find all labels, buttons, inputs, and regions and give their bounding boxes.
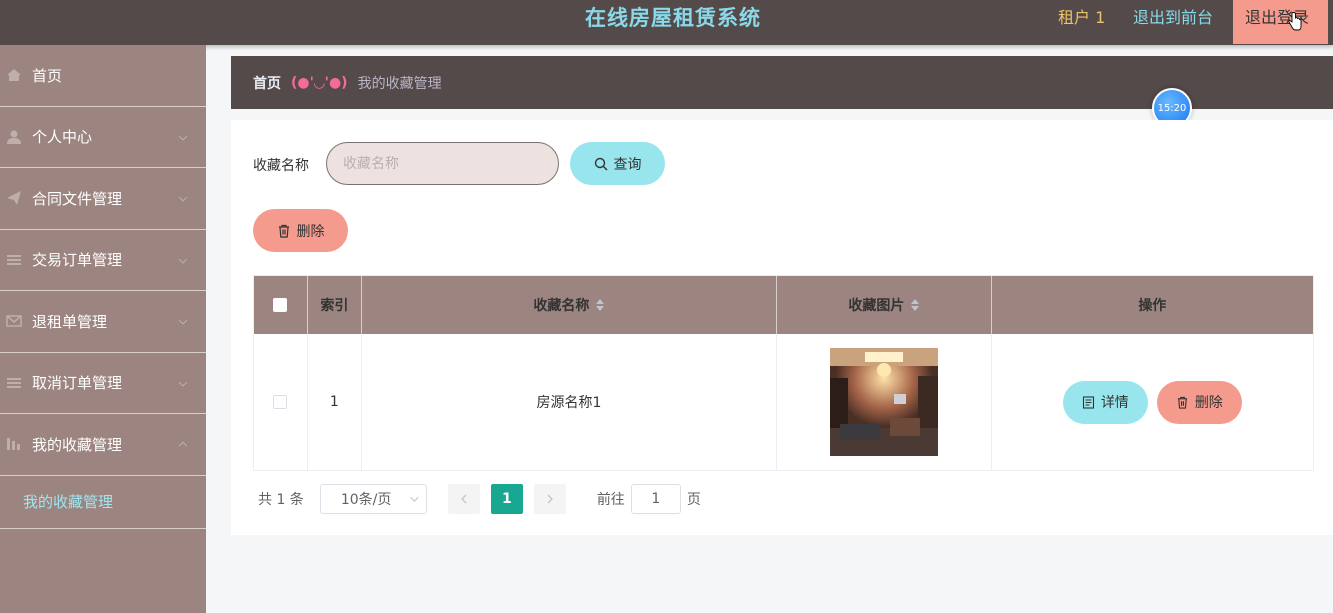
sidebar: 首页 个人中心 合同文件管理 交易订单管理 退租单管理 取消订单管理 我的收藏管… <box>0 45 206 613</box>
chevron-down-icon <box>409 493 419 502</box>
select-all-checkbox[interactable] <box>273 298 288 312</box>
detail-button-label: 详情 <box>1100 395 1129 411</box>
chevron-down-icon <box>178 254 188 264</box>
exit-to-front-link[interactable]: 退出到前台 <box>1133 4 1213 28</box>
column-header-image[interactable]: 收藏图片 <box>777 276 992 334</box>
mail-icon <box>6 315 22 327</box>
next-page-button[interactable] <box>533 484 566 514</box>
column-header-name-label: 收藏名称 <box>533 298 590 314</box>
chevron-down-icon <box>178 316 188 325</box>
chevron-down-icon <box>178 131 188 141</box>
sidebar-item-label: 退租单管理 <box>32 312 108 331</box>
sidebar-item-label: 合同文件管理 <box>32 189 123 208</box>
table-header: 索引 收藏名称 收藏图片 操作 <box>254 276 1313 334</box>
document-icon <box>1082 395 1094 409</box>
goto-suffix: 页 <box>686 492 701 508</box>
chart-icon <box>7 438 20 451</box>
trash-icon <box>278 224 289 238</box>
chevron-right-icon <box>547 494 553 504</box>
page-size-value: 10条/页 <box>340 492 392 508</box>
hand-cursor-icon <box>1288 12 1302 31</box>
send-icon <box>7 191 21 206</box>
page-size-select[interactable]: 10条/页 <box>319 484 427 514</box>
row-checkbox[interactable] <box>273 395 288 409</box>
list-icon <box>7 377 21 388</box>
sidebar-item-favorites[interactable]: 我的收藏管理 <box>0 414 206 476</box>
breadcrumb-home[interactable]: 首页 <box>253 73 281 93</box>
column-header-index: 索引 <box>308 276 362 334</box>
main-content: 收藏名称 查询 删除 索引 收藏名称 收藏图片 操作 1 房源名称1 <box>231 120 1333 535</box>
goto-page-input[interactable] <box>630 484 681 514</box>
table-row: 1 房源名称1 详情 删除 <box>254 334 1313 470</box>
delete-button-label: 删除 <box>296 223 325 240</box>
goto-label: 前往 <box>596 492 625 508</box>
sidebar-item-contracts[interactable]: 合同文件管理 <box>0 168 206 230</box>
list-icon <box>7 254 21 265</box>
breadcrumb-current: 我的收藏管理 <box>357 75 442 92</box>
pagination: 共 1 条 10条/页 1 前往 页 <box>258 484 701 514</box>
column-header-name[interactable]: 收藏名称 <box>362 276 778 334</box>
logout-button[interactable]: 退出登录 <box>1233 0 1328 44</box>
row-index: 1 <box>308 334 362 470</box>
column-header-operation: 操作 <box>1138 298 1167 314</box>
favorite-thumbnail-image[interactable] <box>829 348 938 456</box>
page-number-current[interactable]: 1 <box>490 484 523 514</box>
favorites-table: 索引 收藏名称 收藏图片 操作 1 房源名称1 详情 删除 <box>253 275 1314 471</box>
query-button[interactable]: 查询 <box>570 142 665 185</box>
search-input[interactable] <box>326 142 559 185</box>
sidebar-item-label: 首页 <box>32 66 63 85</box>
pagination-total: 共 1 条 <box>258 492 304 508</box>
app-title: 在线房屋租赁系统 <box>585 6 761 30</box>
user-icon <box>7 130 21 144</box>
sidebar-item-label: 我的收藏管理 <box>32 435 123 454</box>
sidebar-subitem-favorites[interactable]: 我的收藏管理 <box>0 476 206 529</box>
row-detail-button[interactable]: 详情 <box>1062 380 1148 424</box>
chevron-up-icon <box>178 441 188 451</box>
chevron-down-icon <box>178 193 188 202</box>
sidebar-item-label: 个人中心 <box>32 128 93 147</box>
chevron-left-icon <box>460 494 467 504</box>
sidebar-item-label: 取消订单管理 <box>32 374 123 393</box>
row-delete-button-label: 删除 <box>1194 395 1223 411</box>
home-icon <box>7 69 21 82</box>
current-user: 租户 1 <box>1058 8 1106 27</box>
sidebar-item-profile[interactable]: 个人中心 <box>0 107 206 168</box>
row-delete-button[interactable]: 删除 <box>1156 380 1242 424</box>
batch-delete-button[interactable]: 删除 <box>253 209 348 252</box>
sidebar-item-lease-return[interactable]: 退租单管理 <box>0 291 206 353</box>
sidebar-item-trade-orders[interactable]: 交易订单管理 <box>0 230 206 291</box>
chevron-down-icon <box>178 377 188 387</box>
search-label: 收藏名称 <box>253 158 309 174</box>
breadcrumb-emoticon: (●'◡'●) <box>291 74 348 91</box>
trash-icon <box>1177 396 1187 409</box>
sort-icon[interactable] <box>911 299 920 311</box>
query-button-label: 查询 <box>613 156 642 173</box>
top-header: 在线房屋租赁系统 租户 1 退出到前台 退出登录 <box>0 0 1333 45</box>
sidebar-item-home[interactable]: 首页 <box>0 45 206 107</box>
sort-icon[interactable] <box>596 299 605 311</box>
column-header-image-label: 收藏图片 <box>848 298 905 314</box>
search-icon <box>594 157 607 170</box>
sidebar-item-label: 交易订单管理 <box>32 251 123 270</box>
prev-page-button[interactable] <box>447 484 480 514</box>
sidebar-item-cancel-orders[interactable]: 取消订单管理 <box>0 353 206 414</box>
row-name: 房源名称1 <box>362 334 778 470</box>
